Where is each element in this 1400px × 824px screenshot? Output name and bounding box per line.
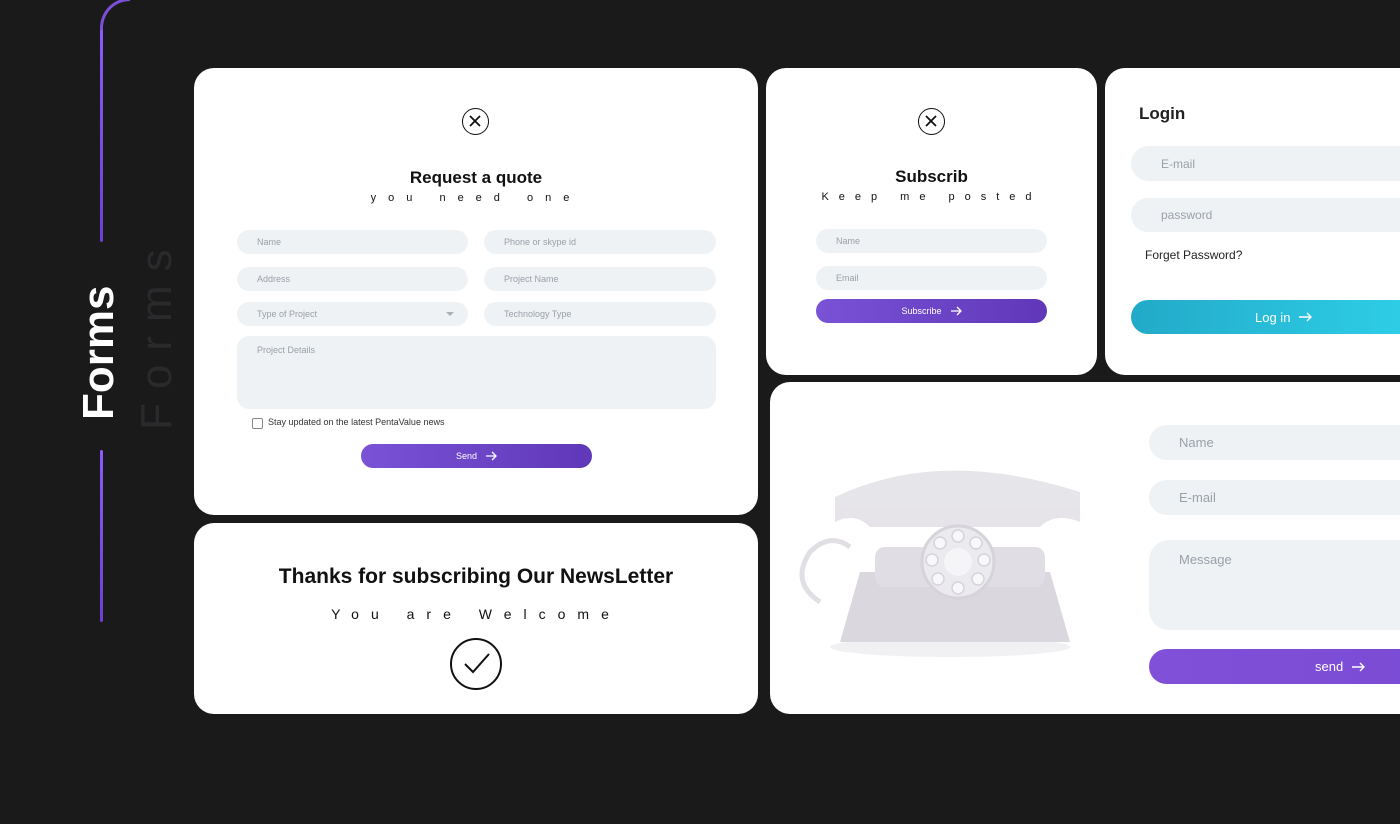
login-button-label: Log in — [1255, 309, 1291, 325]
phone-field[interactable]: Phone or skype id — [484, 230, 716, 254]
checkmark-icon — [450, 638, 502, 690]
quote-subtitle: you need one — [370, 192, 582, 204]
login-email-field[interactable]: E-mail — [1131, 146, 1400, 181]
sidebar-curve-decoration — [100, 0, 130, 38]
contact-email-field[interactable]: E-mail — [1149, 480, 1400, 515]
name-field[interactable]: Name — [237, 230, 468, 254]
send-label: Send — [455, 451, 478, 461]
stay-updated-checkbox[interactable] — [252, 418, 263, 429]
subscribe-button[interactable]: Subscribe — [816, 299, 1047, 323]
login-password-field[interactable]: password — [1131, 198, 1400, 232]
subscribe-email-field[interactable]: Email — [816, 266, 1047, 290]
subscribe-button-label: Subscribe — [901, 306, 942, 316]
arrow-right-icon — [1352, 662, 1366, 671]
contact-name-field[interactable]: Name — [1149, 425, 1400, 460]
thanks-subtitle: You are Welcome — [331, 606, 621, 622]
arrow-right-icon — [486, 451, 497, 461]
thanks-card: Thanks for subscribing Our NewsLetter Yo… — [194, 523, 758, 714]
send-button[interactable]: Send — [361, 444, 592, 468]
technology-type-field[interactable]: Technology Type — [484, 302, 716, 326]
arrow-right-icon — [950, 306, 962, 316]
thanks-title: Thanks for subscribing Our NewsLetter — [278, 565, 674, 588]
close-icon[interactable] — [918, 108, 945, 135]
address-field[interactable]: Address — [237, 267, 468, 291]
login-card: Login E-mail password Forget Password? L… — [1105, 68, 1400, 375]
contact-message-textarea[interactable]: Message — [1149, 540, 1400, 630]
stay-updated-label: Stay updated on the latest PentaValue ne… — [268, 417, 445, 427]
close-icon[interactable] — [462, 108, 489, 135]
project-name-field[interactable]: Project Name — [484, 267, 716, 291]
sidebar-title: Forms — [74, 285, 123, 420]
telephone-illustration — [799, 470, 1080, 657]
subscribe-name-field[interactable]: Name — [816, 229, 1047, 253]
arrow-right-icon — [1299, 312, 1313, 322]
contact-send-button[interactable]: send — [1149, 649, 1400, 684]
login-title: Login — [1139, 104, 1186, 123]
subscribe-title: Subscrib — [895, 167, 968, 186]
login-button[interactable]: Log in — [1131, 300, 1400, 334]
contact-card: Name E-mail Message send — [770, 382, 1400, 714]
chevron-down-icon — [446, 312, 454, 316]
sidebar-ghost-title: Forms — [132, 235, 181, 430]
contact-send-label: send — [1315, 659, 1344, 674]
project-type-select[interactable]: Type of Project — [237, 302, 468, 326]
sidebar-line-top — [100, 30, 103, 242]
subscribe-card: Subscrib Keep me posted Name Email Subsc… — [766, 68, 1097, 375]
project-type-label: Type of Project — [257, 309, 318, 319]
forgot-password-link[interactable]: Forget Password? — [1145, 248, 1242, 262]
sidebar-line-bottom — [100, 450, 103, 622]
subscribe-subtitle: Keep me posted — [821, 191, 1042, 203]
project-details-textarea[interactable]: Project Details — [237, 336, 716, 409]
quote-title: Request a quote — [409, 168, 543, 187]
request-quote-card: Request a quote you need one Name Phone … — [194, 68, 758, 515]
